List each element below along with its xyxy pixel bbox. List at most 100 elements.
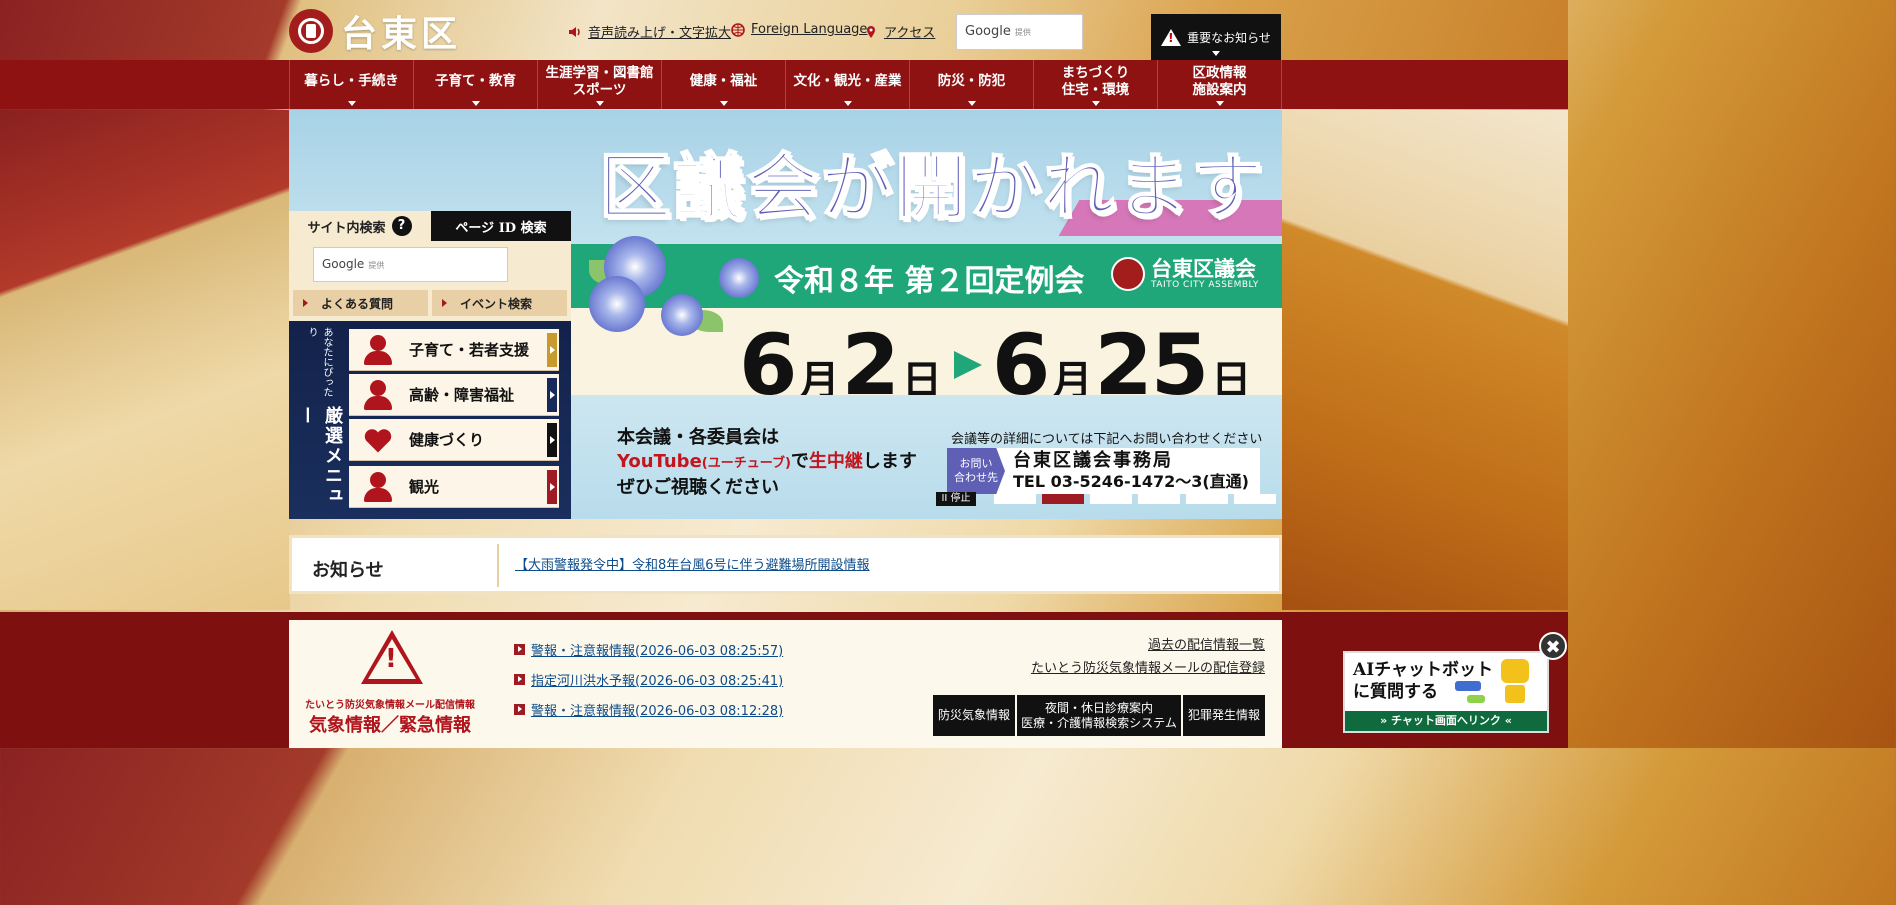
- featured-item-childcare[interactable]: 子育て・若者支援: [349, 329, 559, 371]
- site-search-panel: サイト内検索 ? ページ ID 検索 Google 提供 よくある質問 イベント検…: [289, 211, 571, 321]
- important-notice-button[interactable]: 重要なお知らせ: [1151, 14, 1281, 60]
- tab-page-id-search[interactable]: ページ ID 検索: [431, 211, 571, 241]
- assembly-name-en: TAITO CITY ASSEMBLY: [1151, 280, 1259, 290]
- mail-registration-link[interactable]: たいとう防災気象情報メールの配信登録: [1031, 657, 1265, 680]
- chat-bubble-icon: [1467, 695, 1485, 703]
- site-logo[interactable]: 台東区: [289, 5, 461, 57]
- notice-divider: [497, 544, 499, 587]
- decor-left: [0, 110, 290, 610]
- featured-item-label: 観光: [409, 478, 440, 496]
- slider-dot[interactable]: [994, 494, 1036, 504]
- disaster-item-link[interactable]: 警報・注意報情報(2026-06-03 08:12:28): [531, 700, 783, 719]
- list-item[interactable]: 警報・注意報情報(2026-06-03 08:25:57): [514, 634, 783, 664]
- google-brand: Google: [322, 257, 365, 271]
- featured-item-label: 高齢・障害福祉: [409, 386, 515, 404]
- slider-pause-button[interactable]: II 停止: [936, 492, 976, 506]
- event-search-link[interactable]: イベント検索: [432, 290, 567, 316]
- morning-glory-icon: [719, 258, 759, 298]
- disaster-title: 気象情報／緊急情報: [309, 715, 471, 736]
- decor-right: [1282, 110, 1568, 610]
- youtube-live: 生中継: [808, 451, 863, 472]
- slider-dot[interactable]: [1186, 494, 1228, 504]
- nav-item-learning[interactable]: 生涯学習・図書館 スポーツ: [537, 60, 661, 109]
- nav-item-health[interactable]: 健康・福祉: [661, 60, 785, 109]
- logo-text: 台東区: [341, 13, 462, 55]
- youtube-mid: で: [790, 451, 809, 472]
- notice-label: お知らせ: [312, 560, 384, 581]
- crime-info-button[interactable]: 犯罪発生情報: [1183, 695, 1265, 736]
- slider-dot[interactable]: [1090, 494, 1132, 504]
- youtube-end: します: [862, 451, 917, 472]
- bullet-arrow-icon: [514, 703, 525, 715]
- chevron-right-icon: [547, 378, 557, 412]
- voice-link[interactable]: 音声読み上げ・文字拡大: [588, 22, 731, 41]
- slider-dots: [994, 494, 1276, 504]
- slider-dot[interactable]: [1138, 494, 1180, 504]
- featured-heading-small: あなたにぴったり: [306, 327, 332, 397]
- tab-site-search[interactable]: サイト内検索 ?: [289, 211, 430, 241]
- disaster-item-link[interactable]: 警報・注意報情報(2026-06-03 08:25:57): [531, 640, 783, 659]
- featured-heading: あなたにぴったり 厳選メニュー: [296, 327, 343, 513]
- contact-tel: TEL 03-5246-1472～3(直通): [1013, 472, 1249, 491]
- list-item[interactable]: 警報・注意報情報(2026-06-03 08:12:28): [514, 694, 783, 724]
- contact-office: 台東区議会事務局: [1013, 450, 1173, 471]
- ai-chatbot-banner[interactable]: AIチャットボット に質問する » チャット画面へリンク «: [1343, 651, 1549, 733]
- warning-icon: [1161, 28, 1182, 46]
- person-icon: [361, 378, 395, 412]
- bullet-arrow-icon: [514, 643, 525, 655]
- nav-item-admin[interactable]: 区政情報 施設案内: [1157, 60, 1282, 109]
- list-item[interactable]: 指定河川洪水予報(2026-06-03 08:25:41): [514, 664, 783, 694]
- notice-box: お知らせ 【大雨警報発令中】令和8年台風6号に伴う避難場所開設情報: [289, 535, 1282, 594]
- hero-session: 令和８年 第２回定例会: [774, 264, 1085, 299]
- chevron-down-icon: [1215, 101, 1224, 106]
- util-voice[interactable]: 音声読み上げ・文字拡大: [568, 22, 731, 41]
- nav-item-town[interactable]: まちづくり 住宅・環境: [1033, 60, 1157, 109]
- util-access[interactable]: アクセス: [864, 22, 935, 41]
- util-language[interactable]: Foreign Language: [731, 22, 867, 37]
- chevron-down-icon: [471, 101, 480, 106]
- foreign-language-link[interactable]: Foreign Language: [751, 22, 867, 37]
- past-delivery-link[interactable]: 過去の配信情報一覧: [1031, 634, 1265, 657]
- chatbot-link[interactable]: » チャット画面へリンク «: [1345, 711, 1547, 731]
- faq-link[interactable]: よくある質問: [293, 290, 428, 316]
- map-pin-icon: [867, 25, 875, 38]
- warning-icon: [361, 630, 423, 684]
- chatbot-line1: AIチャットボット: [1353, 660, 1493, 680]
- youtube-line1: 本会議・各委員会は: [617, 427, 779, 448]
- chevron-down-icon: [843, 101, 852, 106]
- slider-dot[interactable]: [1234, 494, 1276, 504]
- nav-item-culture[interactable]: 文化・観光・産業: [785, 60, 909, 109]
- nav-label: 健康・福祉: [689, 73, 758, 89]
- chat-bubble-icon: [1455, 681, 1481, 691]
- access-link[interactable]: アクセス: [884, 22, 935, 41]
- close-icon[interactable]: ✖: [1539, 632, 1567, 660]
- nav-item-childcare[interactable]: 子育て・教育: [413, 60, 537, 109]
- header-search-input[interactable]: Google 提供: [956, 14, 1083, 50]
- hero-youtube-text: 本会議・各委員会は YouTube(ユーチューブ)で生中継します ぜひご視聴くだ…: [617, 426, 917, 500]
- nav-label: 暮らし・手続き: [304, 73, 399, 89]
- notice-link[interactable]: 【大雨警報発令中】令和8年台風6号に伴う避難場所開設情報: [515, 554, 870, 573]
- slider-dot-active[interactable]: [1042, 494, 1084, 504]
- site-search-input[interactable]: Google 提供: [313, 247, 508, 282]
- hero-title: 区議会が開かれます: [598, 144, 1266, 230]
- medical-info-button[interactable]: 夜間・休日診療案内 医療・介護情報検索システム: [1017, 695, 1181, 736]
- featured-item-welfare[interactable]: 高齢・障害福祉: [349, 374, 559, 416]
- disaster-item-link[interactable]: 指定河川洪水予報(2026-06-03 08:25:41): [531, 670, 783, 689]
- nav-label: 区政情報 施設案内: [1192, 64, 1247, 98]
- featured-menu: あなたにぴったり 厳選メニュー 子育て・若者支援 高齢・障害福祉 健康づくり 観…: [289, 321, 571, 519]
- help-icon[interactable]: ?: [391, 216, 412, 236]
- global-nav: 暮らし・手続き 子育て・教育 生涯学習・図書館 スポーツ 健康・福祉 文化・観光…: [0, 60, 1568, 109]
- featured-item-tourism[interactable]: 観光: [349, 466, 559, 508]
- globe-icon: [731, 22, 745, 37]
- nav-label: 防災・防犯: [937, 73, 1006, 89]
- youtube-reading: (ユーチューブ): [701, 456, 791, 471]
- featured-item-label: 子育て・若者支援: [409, 341, 530, 359]
- weather-info-button[interactable]: 防災気象情報: [933, 695, 1015, 736]
- nav-item-living[interactable]: 暮らし・手続き: [289, 60, 413, 109]
- disaster-right-links: 過去の配信情報一覧 たいとう防災気象情報メールの配信登録: [1031, 634, 1265, 680]
- nav-item-disaster[interactable]: 防災・防犯: [909, 60, 1033, 109]
- featured-item-health[interactable]: 健康づくり: [349, 419, 559, 461]
- woman-icon: [361, 333, 395, 367]
- chevron-down-icon: [967, 101, 976, 106]
- chevron-down-icon: [1212, 51, 1220, 56]
